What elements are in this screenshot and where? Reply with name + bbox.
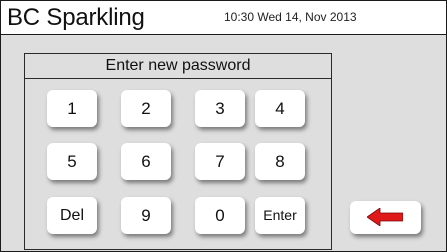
key-1[interactable]: 1 <box>47 90 97 127</box>
key-5[interactable]: 5 <box>47 143 97 180</box>
back-button[interactable] <box>350 201 421 234</box>
key-7[interactable]: 7 <box>195 143 245 180</box>
key-4[interactable]: 4 <box>255 90 305 127</box>
key-6[interactable]: 6 <box>121 143 171 180</box>
key-9[interactable]: 9 <box>121 197 171 234</box>
delete-button[interactable]: Del <box>47 197 97 234</box>
password-keypad: Enter new password 1 2 3 4 5 6 7 8 Del 9… <box>24 53 332 250</box>
datetime-display: 10:30 Wed 14, Nov 2013 <box>224 10 357 24</box>
key-3[interactable]: 3 <box>195 90 245 127</box>
title-bar: BC Sparkling 10:30 Wed 14, Nov 2013 <box>1 1 446 35</box>
left-arrow-icon <box>367 208 403 226</box>
key-8[interactable]: 8 <box>255 143 305 180</box>
key-2[interactable]: 2 <box>121 90 171 127</box>
key-0[interactable]: 0 <box>195 197 245 234</box>
enter-button[interactable]: Enter <box>255 197 305 234</box>
screen-frame: BC Sparkling 10:30 Wed 14, Nov 2013 Ente… <box>0 0 447 252</box>
app-title: BC Sparkling <box>7 4 145 31</box>
keypad-prompt: Enter new password <box>25 54 331 79</box>
